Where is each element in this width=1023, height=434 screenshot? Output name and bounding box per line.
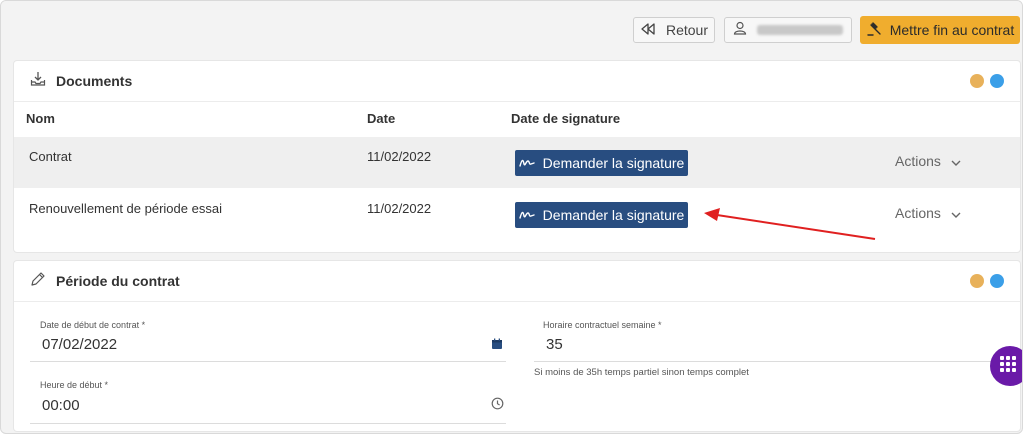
app-grid-fab[interactable] (990, 346, 1022, 386)
grid-icon (1000, 356, 1016, 372)
app-frame: Retour Mettre fin au contrat Documents N… (0, 0, 1023, 434)
annotation-arrow (704, 208, 876, 240)
